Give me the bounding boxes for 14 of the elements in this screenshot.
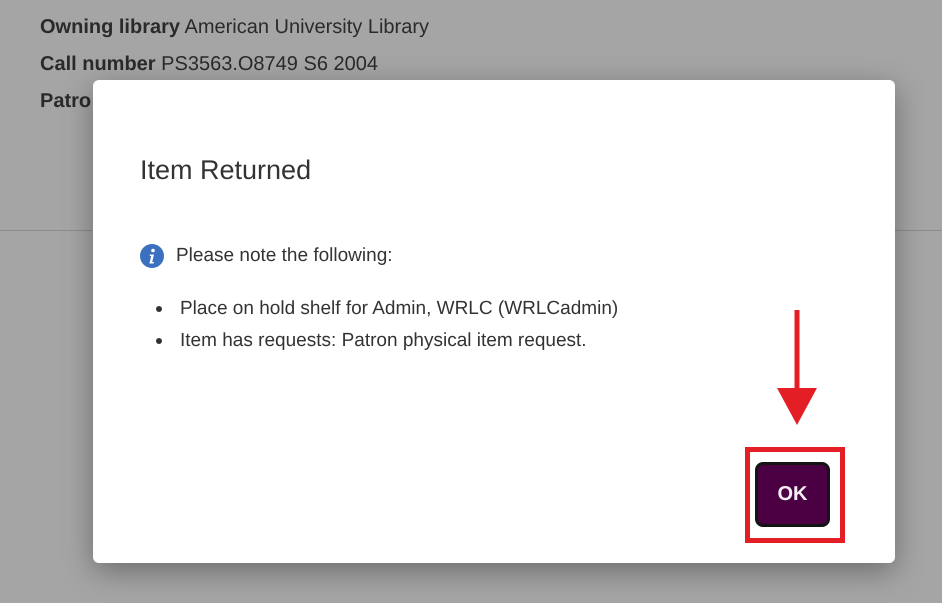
dialog-title: Item Returned <box>140 154 312 187</box>
bullet-icon <box>156 338 162 344</box>
list-item: Place on hold shelf for Admin, WRLC (WRLCadmin) <box>180 298 618 320</box>
ok-button[interactable]: OK <box>755 462 830 527</box>
info-icon <box>140 244 164 268</box>
field-label: Owning library <box>40 16 180 38</box>
bullet-icon <box>156 306 162 312</box>
field-value: PS3563.O8749 S6 2004 <box>161 53 378 75</box>
field-label: Call number <box>40 53 156 75</box>
list-item: Item has requests: Patron physical item request. <box>180 330 587 352</box>
field-value: American University Library <box>184 16 429 38</box>
note-text: Please note the following: <box>176 245 393 267</box>
arrow-icon <box>777 310 817 425</box>
field-label: Patro <box>40 90 92 112</box>
